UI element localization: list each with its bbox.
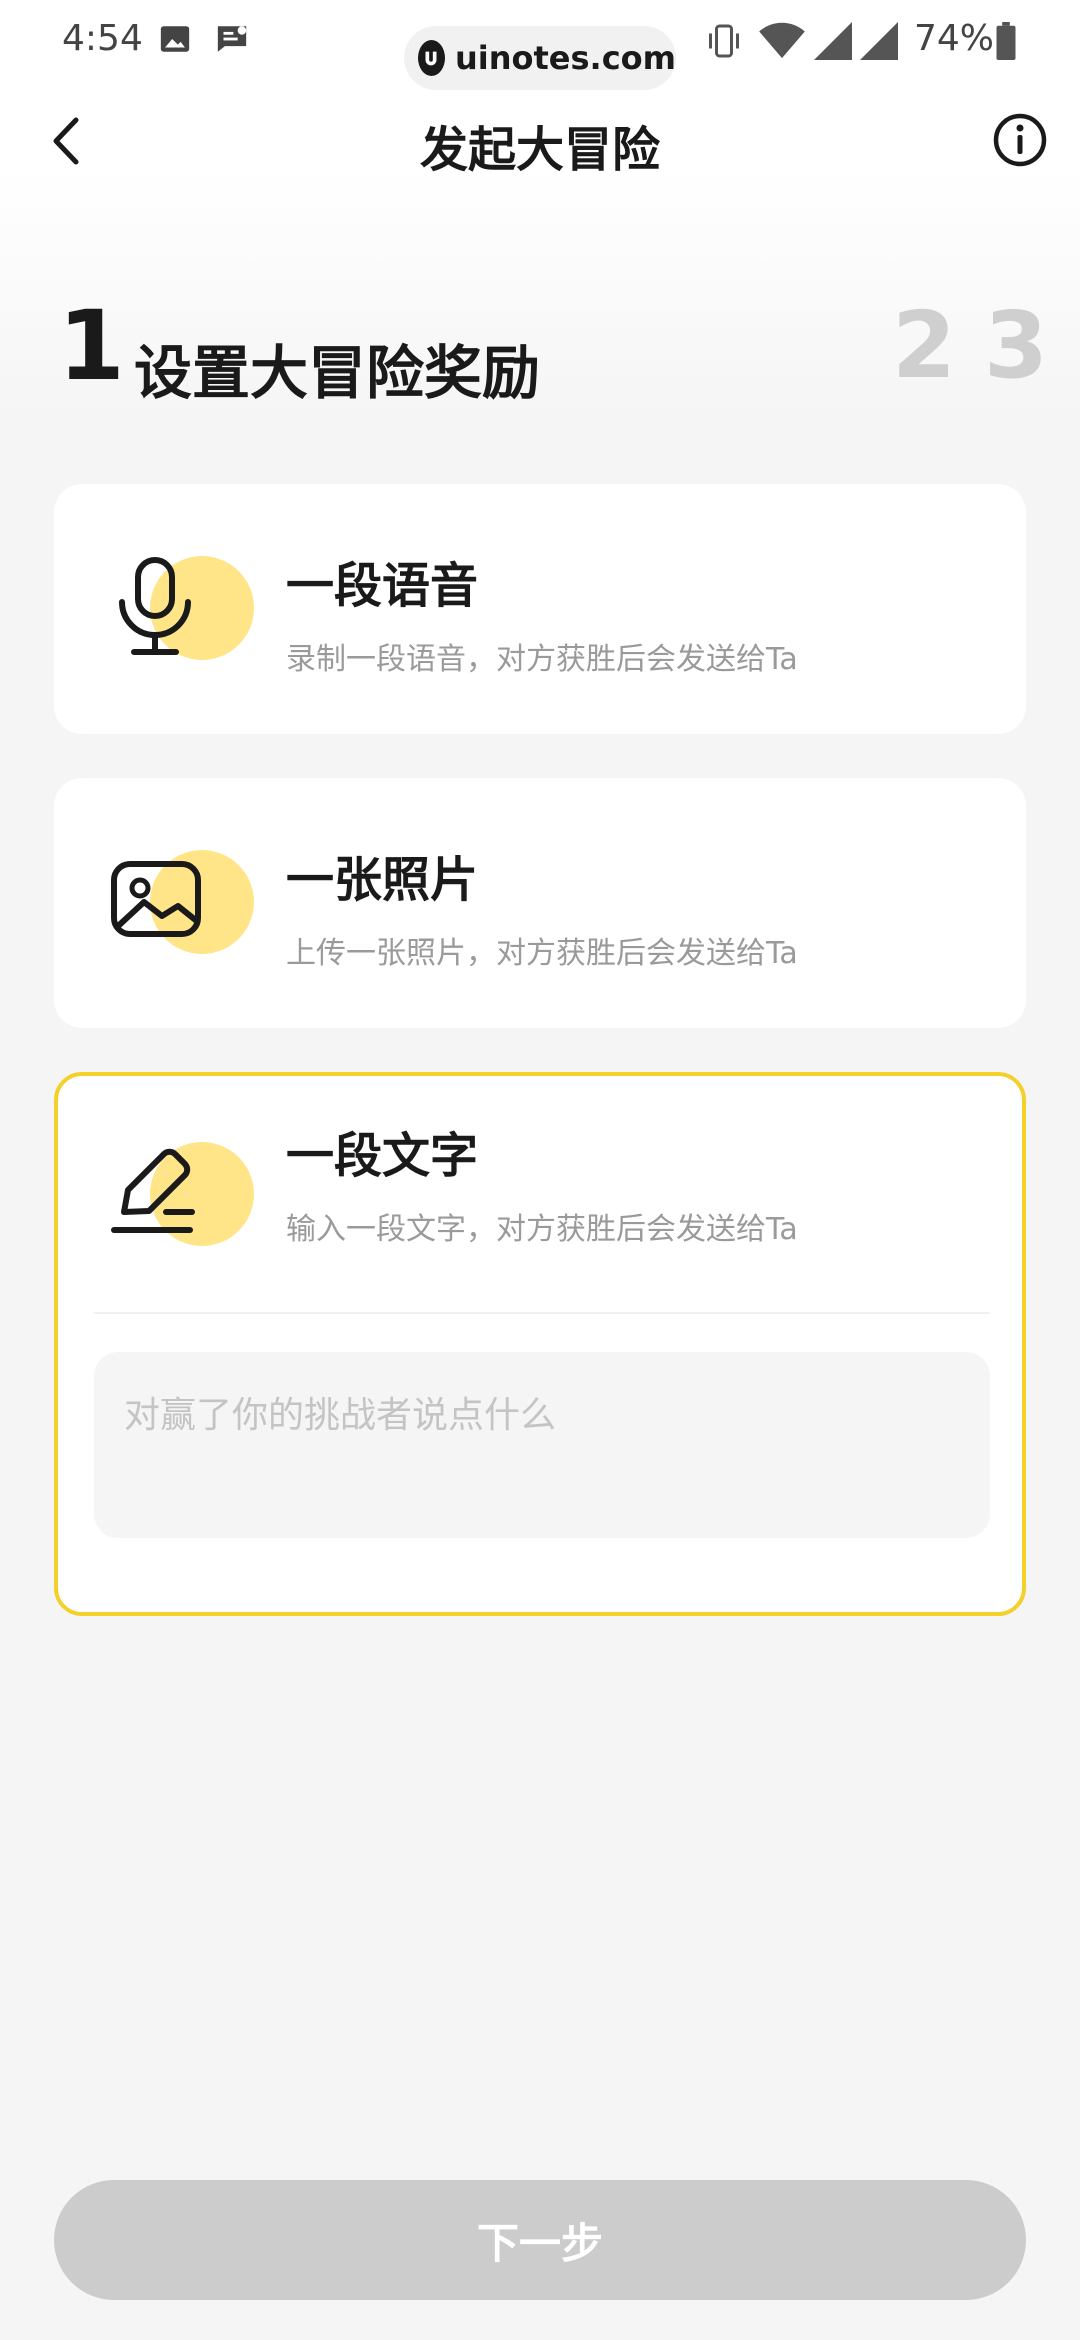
option-card-photo[interactable]: 一张照片 上传一张照片，对方获胜后会发送给Ta [54,778,1026,1028]
vibrate-icon [706,22,742,64]
edit-icon [111,1148,195,1233]
option-description: 录制一段语音，对方获胜后会发送给Ta [286,642,798,677]
info-button[interactable] [990,110,1050,170]
signal-icon [860,22,898,64]
option-title: 一段语音 [286,558,479,614]
watermark-badge: uinotes.com [404,26,676,90]
step-current-number: 1 [58,290,125,402]
status-time: 4:54 [62,18,143,59]
signal-icon [814,22,852,64]
wifi-icon [758,22,806,64]
option-description: 上传一张照片，对方获胜后会发送给Ta [286,936,798,971]
step-indicator: 1 设置大冒险奖励 2 3 [0,290,1080,420]
battery-icon [996,22,1016,64]
step-number-2: 2 [892,292,957,399]
text-icon-wrap [94,1130,254,1260]
photo-icon-wrap [94,838,254,968]
next-step-button[interactable]: 下一步 [54,2180,1026,2300]
option-description: 输入一段文字，对方获胜后会发送给Ta [286,1212,798,1247]
option-card-text[interactable]: 一段文字 输入一段文字，对方获胜后会发送给Ta [54,1072,1026,1616]
image-icon [158,22,192,60]
battery-percent: 74% [914,18,995,59]
header: 发起大冒险 [0,96,1080,184]
step-number-3: 3 [984,292,1049,399]
info-icon [993,113,1047,167]
card-divider [94,1312,990,1314]
step-title: 设置大冒险奖励 [134,339,541,407]
option-title: 一段文字 [286,1128,479,1184]
status-bar: 4:54 uinotes.com 74% [0,0,1080,90]
voice-icon-wrap [94,544,254,674]
option-card-voice[interactable]: 一段语音 录制一段语音，对方获胜后会发送给Ta [54,484,1026,734]
option-title: 一张照片 [286,852,479,908]
message-icon [214,22,250,60]
image-icon [111,861,201,937]
watermark-text: uinotes.com [454,39,676,77]
page-title: 发起大冒险 [419,122,660,178]
message-input[interactable] [94,1352,990,1538]
microphone-icon [119,557,191,655]
watermark-logo-icon [418,40,445,76]
